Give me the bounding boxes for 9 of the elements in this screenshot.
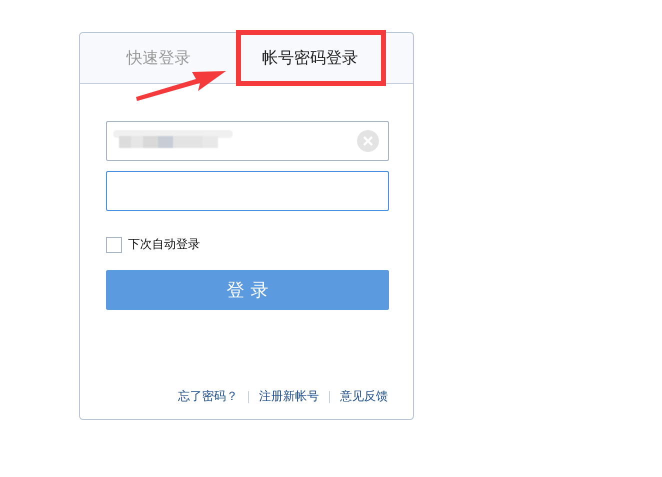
footer-link[interactable]: 注册新帐号	[259, 388, 319, 405]
username-field[interactable]	[106, 121, 389, 161]
checkbox[interactable]	[106, 236, 122, 252]
footer-link[interactable]: 忘了密码？	[178, 388, 238, 405]
password-field[interactable]	[106, 171, 389, 211]
checkbox-label: 下次自动登录	[128, 236, 200, 253]
clear-icon[interactable]	[357, 130, 379, 152]
footer-link[interactable]: 意见反馈	[340, 388, 388, 405]
tab[interactable]: 帐号密码登录	[237, 33, 383, 83]
